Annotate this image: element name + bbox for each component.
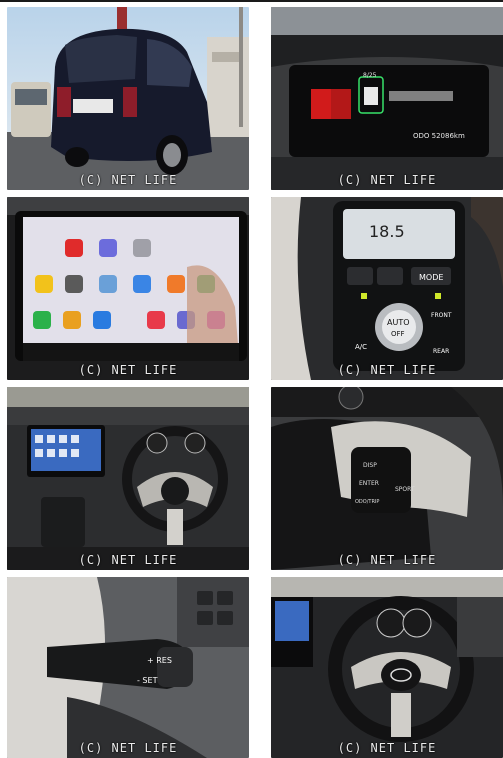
svg-text:REAR: REAR bbox=[433, 348, 449, 355]
svg-text:OFF: OFF bbox=[391, 330, 405, 338]
watermark-text: (C) NET LIFE bbox=[337, 553, 437, 567]
navigation-screen-image bbox=[7, 197, 249, 380]
photo-navigation-screen[interactable]: (C) NET LIFE bbox=[7, 197, 249, 380]
watermark-text: (C) NET LIFE bbox=[337, 173, 437, 187]
watermark-text: (C) NET LIFE bbox=[78, 173, 178, 187]
rear-exterior-image bbox=[7, 7, 249, 190]
svg-text:+ RES: + RES bbox=[147, 656, 172, 665]
watermark-text: (C) NET LIFE bbox=[337, 741, 437, 755]
svg-text:8/25: 8/25 bbox=[363, 72, 377, 79]
svg-text:FRONT: FRONT bbox=[431, 312, 452, 319]
svg-text:ENTER: ENTER bbox=[359, 480, 379, 487]
climate-panel-image: 18.5 MODE AUTO OFF A/C FRONT REAR bbox=[271, 197, 503, 380]
svg-text:A/C: A/C bbox=[355, 343, 367, 351]
photo-meter-display[interactable]: ODO 52086km 8/25 (C) NET LIFE bbox=[271, 7, 503, 190]
steering-wheel-image bbox=[271, 577, 503, 758]
odo-readout: ODO 52086km bbox=[413, 132, 465, 140]
cruise-lever-image: + RES - SET bbox=[7, 577, 249, 758]
photo-dashboard-overview[interactable]: (C) NET LIFE bbox=[7, 387, 249, 570]
meter-display-image: ODO 52086km 8/25 bbox=[271, 7, 503, 190]
svg-text:AUTO: AUTO bbox=[387, 318, 410, 327]
dashboard-overview-image bbox=[7, 387, 249, 570]
photo-steering-buttons[interactable]: DISP ENTER ODO/TRIP SPORT (C) NET LIFE bbox=[271, 387, 503, 570]
photo-gallery-grid: (C) NET LIFE ODO 52086km 8/25 (C) NET LI… bbox=[0, 0, 503, 758]
svg-text:DISP: DISP bbox=[363, 462, 377, 469]
steering-buttons-image: DISP ENTER ODO/TRIP SPORT bbox=[271, 387, 503, 570]
photo-rear-exterior[interactable]: (C) NET LIFE bbox=[7, 7, 249, 190]
svg-text:SPORT: SPORT bbox=[395, 486, 415, 493]
photo-cruise-lever[interactable]: + RES - SET (C) NET LIFE bbox=[7, 577, 249, 758]
watermark-text: (C) NET LIFE bbox=[78, 741, 178, 755]
svg-text:MODE: MODE bbox=[419, 273, 443, 282]
svg-text:- SET: - SET bbox=[137, 676, 158, 685]
watermark-text: (C) NET LIFE bbox=[78, 553, 178, 567]
svg-text:18.5: 18.5 bbox=[369, 222, 405, 241]
photo-steering-wheel[interactable]: (C) NET LIFE bbox=[271, 577, 503, 758]
svg-text:ODO/TRIP: ODO/TRIP bbox=[355, 499, 379, 505]
watermark-text: (C) NET LIFE bbox=[78, 363, 178, 377]
watermark-text: (C) NET LIFE bbox=[337, 363, 437, 377]
photo-climate-panel[interactable]: 18.5 MODE AUTO OFF A/C FRONT REAR (C) NE… bbox=[271, 197, 503, 380]
